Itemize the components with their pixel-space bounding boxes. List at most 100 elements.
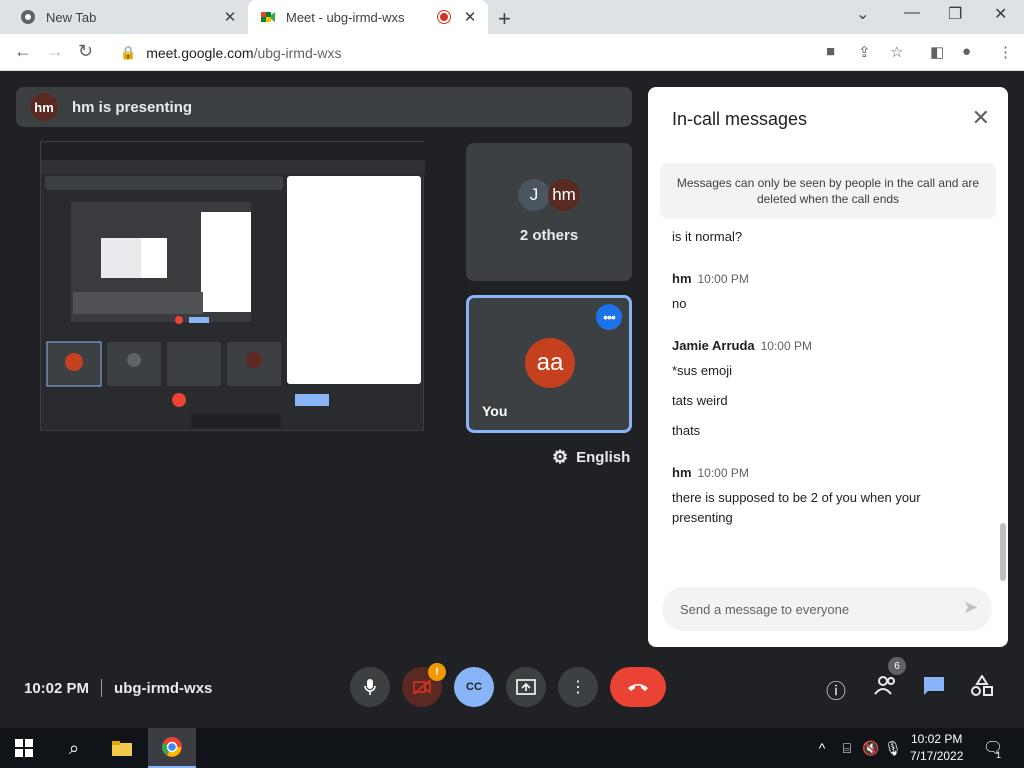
taskbar-clock[interactable]: 10:02 PM 7/17/2022 <box>910 731 963 765</box>
end-call-icon <box>628 684 648 691</box>
volume-muted-icon[interactable]: 🔇 <box>862 728 880 768</box>
message-group: hm 10:00 PM no <box>672 271 998 314</box>
message-sender: hm 10:00 PM <box>672 465 749 480</box>
menu-icon[interactable]: ⋮ <box>998 43 1013 61</box>
message-sender: hm 10:00 PM <box>672 271 749 286</box>
avatar: aa <box>525 338 575 388</box>
message-sender: Jamie Arruda 10:00 PM <box>672 338 812 353</box>
tab-search-icon[interactable]: ⌄ <box>856 4 869 24</box>
send-icon[interactable]: ➤ <box>963 597 978 618</box>
avatar: J <box>518 179 550 211</box>
captions-icon: CC <box>466 681 482 693</box>
shared-screen-content <box>40 141 425 431</box>
meeting-controls-bar: 10:02 PM ubg-irmd-wxs ! CC ⋮ ⓘ 6 <box>0 647 1024 727</box>
camera-off-icon <box>413 679 431 695</box>
url-field[interactable]: 🔒 meet.google.com/ubg-irmd-wxs <box>110 38 810 67</box>
forward-icon[interactable]: → <box>46 41 64 62</box>
message-group: is it normal? <box>672 227 998 247</box>
presenting-text: hm is presenting <box>72 98 193 116</box>
chrome-icon <box>20 9 36 25</box>
chat-icon[interactable] <box>922 675 946 703</box>
self-tile[interactable]: ••• aa You <box>466 295 632 433</box>
url-path: /ubg-irmd-wxs <box>253 44 342 61</box>
camera-warning-badge: ! <box>428 663 446 681</box>
message-time: 10:00 PM <box>697 272 749 286</box>
present-button[interactable] <box>506 667 546 707</box>
chevron-up-icon[interactable]: ^ <box>814 728 830 768</box>
people-icon[interactable] <box>874 675 898 701</box>
leave-call-button[interactable] <box>610 667 666 707</box>
message-text: there is supposed to be 2 of you when yo… <box>672 490 921 525</box>
close-window-icon[interactable]: ✕ <box>994 4 1007 24</box>
avatar: hm <box>548 179 580 211</box>
panel-title: In-call messages <box>672 109 808 129</box>
message-group: hm 10:00 PM there is supposed to be 2 of … <box>672 465 998 528</box>
message-group: Jamie Arruda 10:00 PM *sus emoji tats wei… <box>672 338 998 441</box>
shared-chat-panel <box>287 176 421 384</box>
message-text: tats weird <box>672 393 728 408</box>
notifications-icon[interactable]: 🗨 <box>982 728 1004 768</box>
avatar: hm <box>30 93 58 121</box>
minimize-icon[interactable]: — <box>904 4 920 22</box>
message-input[interactable]: Send a message to everyone ➤ <box>662 587 992 631</box>
divider <box>101 679 103 697</box>
message-text: *sus emoji <box>672 363 732 378</box>
message-text: no <box>672 296 687 311</box>
share-icon[interactable]: ⇪ <box>858 43 871 61</box>
file-explorer-icon[interactable] <box>108 728 136 768</box>
self-label: You <box>482 403 508 419</box>
tab-title: New Tab <box>46 9 97 25</box>
more-options-icon[interactable]: ••• <box>596 304 622 330</box>
search-icon[interactable]: ⌕ <box>60 728 88 768</box>
others-label: 2 others <box>519 227 579 244</box>
taskbar-time: 10:02 PM <box>911 732 963 746</box>
in-call-messages-panel: In-call messages ✕ Messages can only be … <box>648 87 1008 647</box>
meet-icon <box>260 9 276 25</box>
new-tab-button[interactable]: + <box>498 6 511 32</box>
star-icon[interactable]: ☆ <box>890 43 903 61</box>
windows-taskbar: ⌕ ^ ⌸ 🔇 🎙 10:02 PM 7/17/2022 🗨 1 <box>0 728 1024 768</box>
notification-count: 1 <box>996 750 1002 760</box>
gear-icon: ⚙ <box>552 447 569 467</box>
tab-meet[interactable]: Meet - ubg-irmd-wxs ✕ <box>248 0 488 34</box>
back-icon[interactable]: ← <box>14 41 32 62</box>
close-tab-icon[interactable]: ✕ <box>460 8 480 26</box>
message-text: is it normal? <box>672 229 743 244</box>
meeting-code: ubg-irmd-wxs <box>114 679 213 697</box>
meeting-time: 10:02 PM <box>24 679 90 697</box>
taskbar-date: 7/17/2022 <box>910 749 964 763</box>
restore-icon[interactable]: ❐ <box>948 4 962 24</box>
more-options-button[interactable]: ⋮ <box>558 667 598 707</box>
chat-scrollbar[interactable] <box>1000 523 1006 581</box>
meeting-details-icon[interactable]: ⓘ <box>826 675 846 704</box>
microphone-button[interactable] <box>350 667 390 707</box>
message-text: thats <box>672 423 701 438</box>
language-label: English <box>576 449 631 466</box>
meeting-info: 10:02 PM ubg-irmd-wxs <box>24 679 212 697</box>
shared-screen <box>40 141 425 431</box>
chat-notice: Messages can only be seen by people in t… <box>660 163 996 219</box>
captions-button[interactable]: CC <box>454 667 494 707</box>
camera-icon[interactable]: ■ <box>826 43 835 60</box>
chrome-taskbar-icon[interactable] <box>148 728 196 768</box>
lock-icon: 🔒 <box>120 44 137 60</box>
others-tile[interactable]: J hm 2 others <box>466 143 632 281</box>
profile-icon[interactable]: ● <box>962 43 971 60</box>
close-icon[interactable]: ✕ <box>972 105 990 131</box>
message-time: 10:00 PM <box>697 466 749 480</box>
microphone-icon <box>364 679 376 695</box>
present-icon <box>516 679 536 695</box>
windows-start-icon[interactable] <box>10 728 38 768</box>
close-tab-icon[interactable]: ✕ <box>220 8 240 26</box>
tab-new-tab[interactable]: New Tab ✕ <box>8 0 248 34</box>
activities-icon[interactable] <box>970 674 994 703</box>
reload-icon[interactable]: ↻ <box>78 41 93 62</box>
caption-language-button[interactable]: ⚙ English <box>552 447 630 468</box>
side-panel-icon[interactable]: ◧ <box>930 43 944 61</box>
message-list: is it normal? hm 10:00 PM no Jamie Arruda… <box>672 227 998 567</box>
network-icon[interactable]: ⌸ <box>838 728 856 768</box>
url-host: meet.google.com <box>146 44 254 61</box>
microphone-tray-icon: 🎙 <box>884 739 902 756</box>
message-placeholder: Send a message to everyone <box>680 601 850 617</box>
participant-count-badge: 6 <box>888 657 906 675</box>
